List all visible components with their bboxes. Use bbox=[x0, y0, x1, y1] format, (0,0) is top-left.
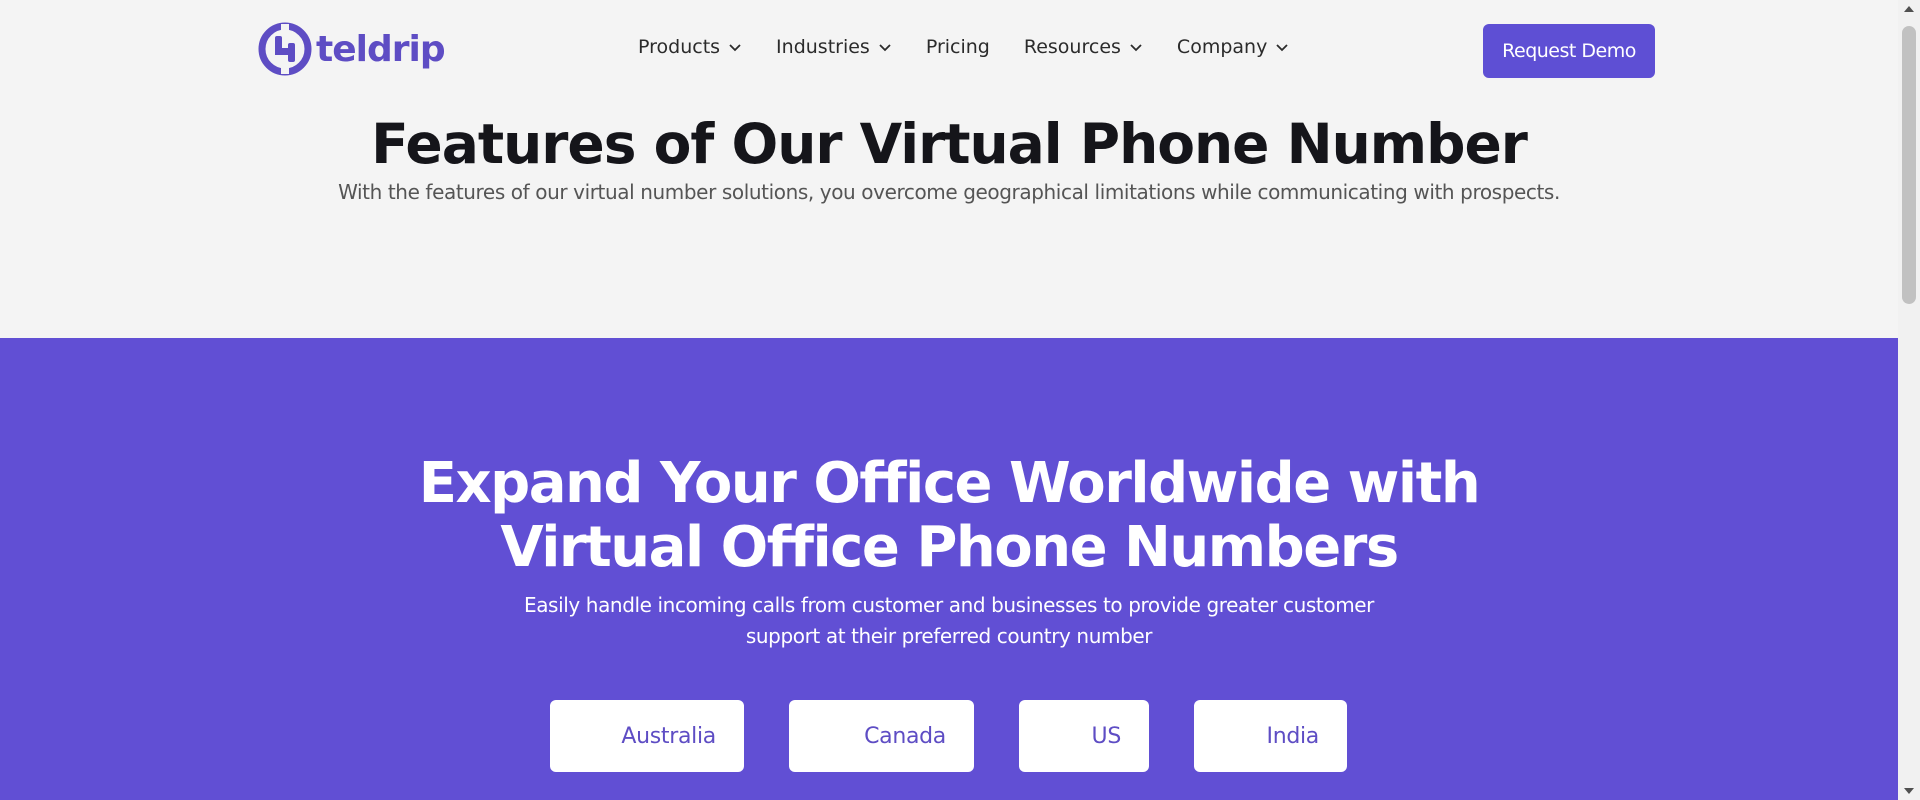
scroll-down-arrow-icon[interactable] bbox=[1898, 782, 1920, 800]
page-viewport: teldrip Products Industries Pricing Reso… bbox=[0, 0, 1898, 800]
features-heading: Features of Our Virtual Phone Number bbox=[371, 112, 1528, 176]
request-demo-button[interactable]: Request Demo bbox=[1483, 24, 1655, 78]
expand-subheading: Easily handle incoming calls from custom… bbox=[509, 590, 1389, 652]
nav-company-label: Company bbox=[1176, 36, 1268, 58]
nav-resources[interactable]: Resources bbox=[1024, 36, 1143, 58]
chevron-down-icon bbox=[1276, 44, 1288, 52]
expand-heading-line2: Virtual Office Phone Numbers bbox=[500, 515, 1399, 580]
expand-heading-line1: Expand Your Office Worldwide with bbox=[418, 451, 1481, 516]
nav-pricing[interactable]: Pricing bbox=[926, 36, 990, 58]
expand-heading: Expand Your Office Worldwide with Virtua… bbox=[0, 452, 1898, 580]
expand-office-section: Expand Your Office Worldwide with Virtua… bbox=[0, 338, 1898, 800]
brand-logo[interactable]: teldrip bbox=[258, 22, 446, 76]
nav-pricing-label: Pricing bbox=[925, 36, 990, 58]
country-tab-india[interactable]: India bbox=[1194, 700, 1347, 772]
nav-company[interactable]: Company bbox=[1177, 36, 1289, 58]
nav-products-label: Products bbox=[638, 36, 721, 58]
chevron-down-icon bbox=[729, 44, 741, 52]
expand-subheading-line1: Easily handle incoming calls from custom… bbox=[523, 593, 1375, 617]
features-subheading: With the features of our virtual number … bbox=[338, 180, 1560, 204]
country-tab-australia[interactable]: Australia bbox=[550, 700, 744, 772]
chevron-down-icon bbox=[1130, 44, 1142, 52]
scroll-up-arrow-icon[interactable] bbox=[1898, 0, 1920, 18]
site-header: teldrip Products Industries Pricing Reso… bbox=[0, 0, 1898, 102]
country-tabs: Australia Canada US India bbox=[0, 700, 1898, 772]
chevron-down-icon bbox=[879, 44, 891, 52]
teldrip-logo-icon bbox=[258, 22, 312, 76]
nav-industries-label: Industries bbox=[776, 36, 870, 58]
country-tab-canada[interactable]: Canada bbox=[789, 700, 974, 772]
main-nav: Products Industries Pricing Resources Co… bbox=[638, 36, 1323, 58]
nav-industries[interactable]: Industries bbox=[776, 36, 892, 58]
country-tab-us[interactable]: US bbox=[1019, 700, 1149, 772]
nav-products[interactable]: Products bbox=[638, 36, 742, 58]
vertical-scrollbar[interactable] bbox=[1898, 0, 1920, 800]
scrollbar-thumb[interactable] bbox=[1902, 26, 1916, 304]
expand-subheading-line2: support at their preferred country numbe… bbox=[745, 624, 1153, 648]
nav-resources-label: Resources bbox=[1023, 36, 1121, 58]
brand-name: teldrip bbox=[316, 28, 446, 70]
